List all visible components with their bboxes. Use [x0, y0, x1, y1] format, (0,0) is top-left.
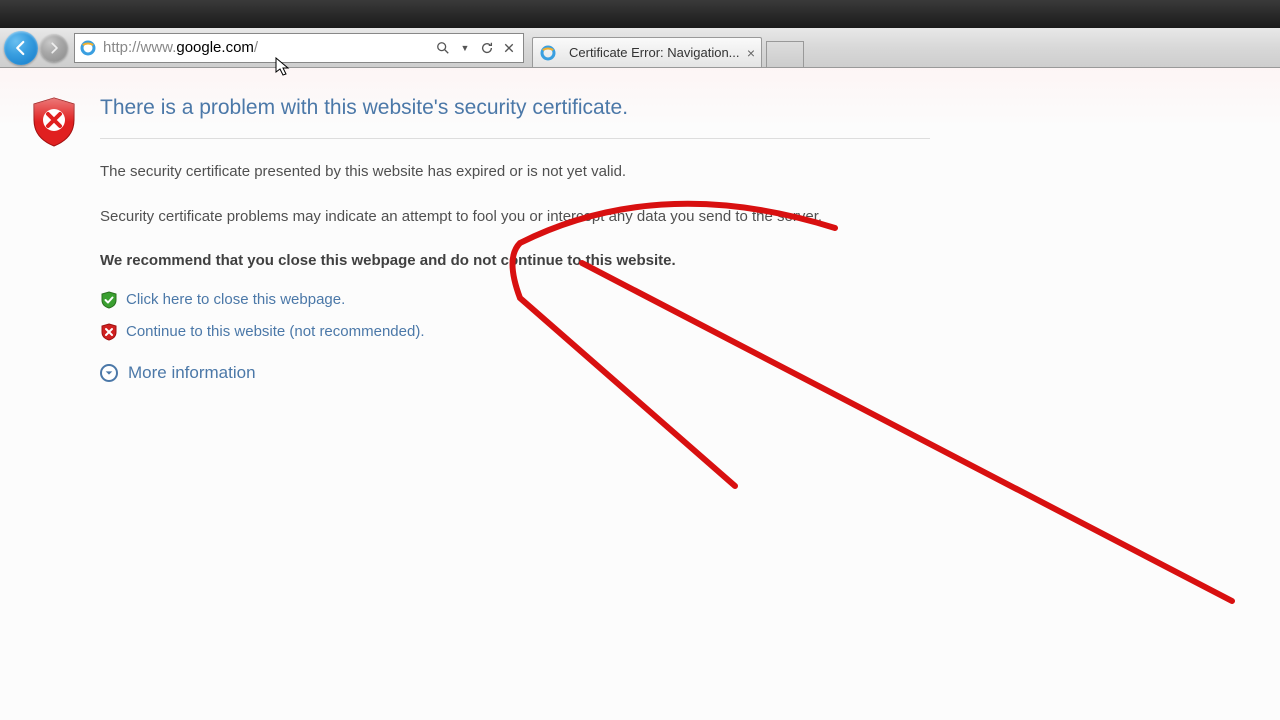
continue-website-link[interactable]: Continue to this website (not recommende…	[126, 323, 424, 340]
browser-toolbar: http://www.google.com/ ▼ Certificate Err…	[0, 28, 1280, 68]
close-webpage-link[interactable]: Click here to close this webpage.	[126, 291, 345, 308]
window-titlebar	[0, 0, 1280, 28]
page-content: There is a problem with this website's s…	[0, 68, 1280, 720]
tab-title: Certificate Error: Navigation...	[569, 45, 740, 60]
continue-action-row: Continue to this website (not recommende…	[100, 323, 930, 341]
stop-icon[interactable]	[501, 40, 517, 56]
shield-error-icon	[30, 96, 78, 148]
address-bar-controls: ▼	[435, 40, 519, 56]
shield-x-icon	[100, 323, 118, 341]
arrow-right-icon	[47, 41, 61, 55]
forward-button[interactable]	[40, 34, 68, 62]
recommend-text: We recommend that you close this webpage…	[100, 250, 900, 273]
refresh-icon[interactable]	[479, 40, 495, 56]
address-bar[interactable]: http://www.google.com/ ▼	[74, 33, 524, 63]
search-icon[interactable]	[435, 40, 451, 56]
expired-text: The security certificate presented by th…	[100, 161, 900, 184]
ie-logo-icon	[539, 44, 557, 62]
tab-bar: Certificate Error: Navigation... ×	[532, 28, 804, 67]
warning-text: Security certificate problems may indica…	[100, 206, 900, 229]
chevron-down-circle-icon	[100, 364, 118, 382]
shield-check-icon	[100, 291, 118, 309]
tab-close-icon[interactable]: ×	[747, 45, 755, 61]
dropdown-icon[interactable]: ▼	[457, 40, 473, 56]
close-action-row: Click here to close this webpage.	[100, 291, 930, 309]
back-button[interactable]	[4, 31, 38, 65]
tab-cert-error[interactable]: Certificate Error: Navigation... ×	[532, 37, 762, 67]
page-heading: There is a problem with this website's s…	[100, 96, 930, 120]
nav-button-group	[4, 31, 68, 65]
new-tab-button[interactable]	[766, 41, 804, 67]
heading-divider	[100, 138, 930, 139]
arrow-left-icon	[12, 39, 30, 57]
ie-logo-icon	[79, 39, 97, 57]
more-information-toggle[interactable]: More information	[100, 363, 930, 383]
more-information-label: More information	[128, 363, 256, 383]
url-text[interactable]: http://www.google.com/	[103, 39, 435, 56]
